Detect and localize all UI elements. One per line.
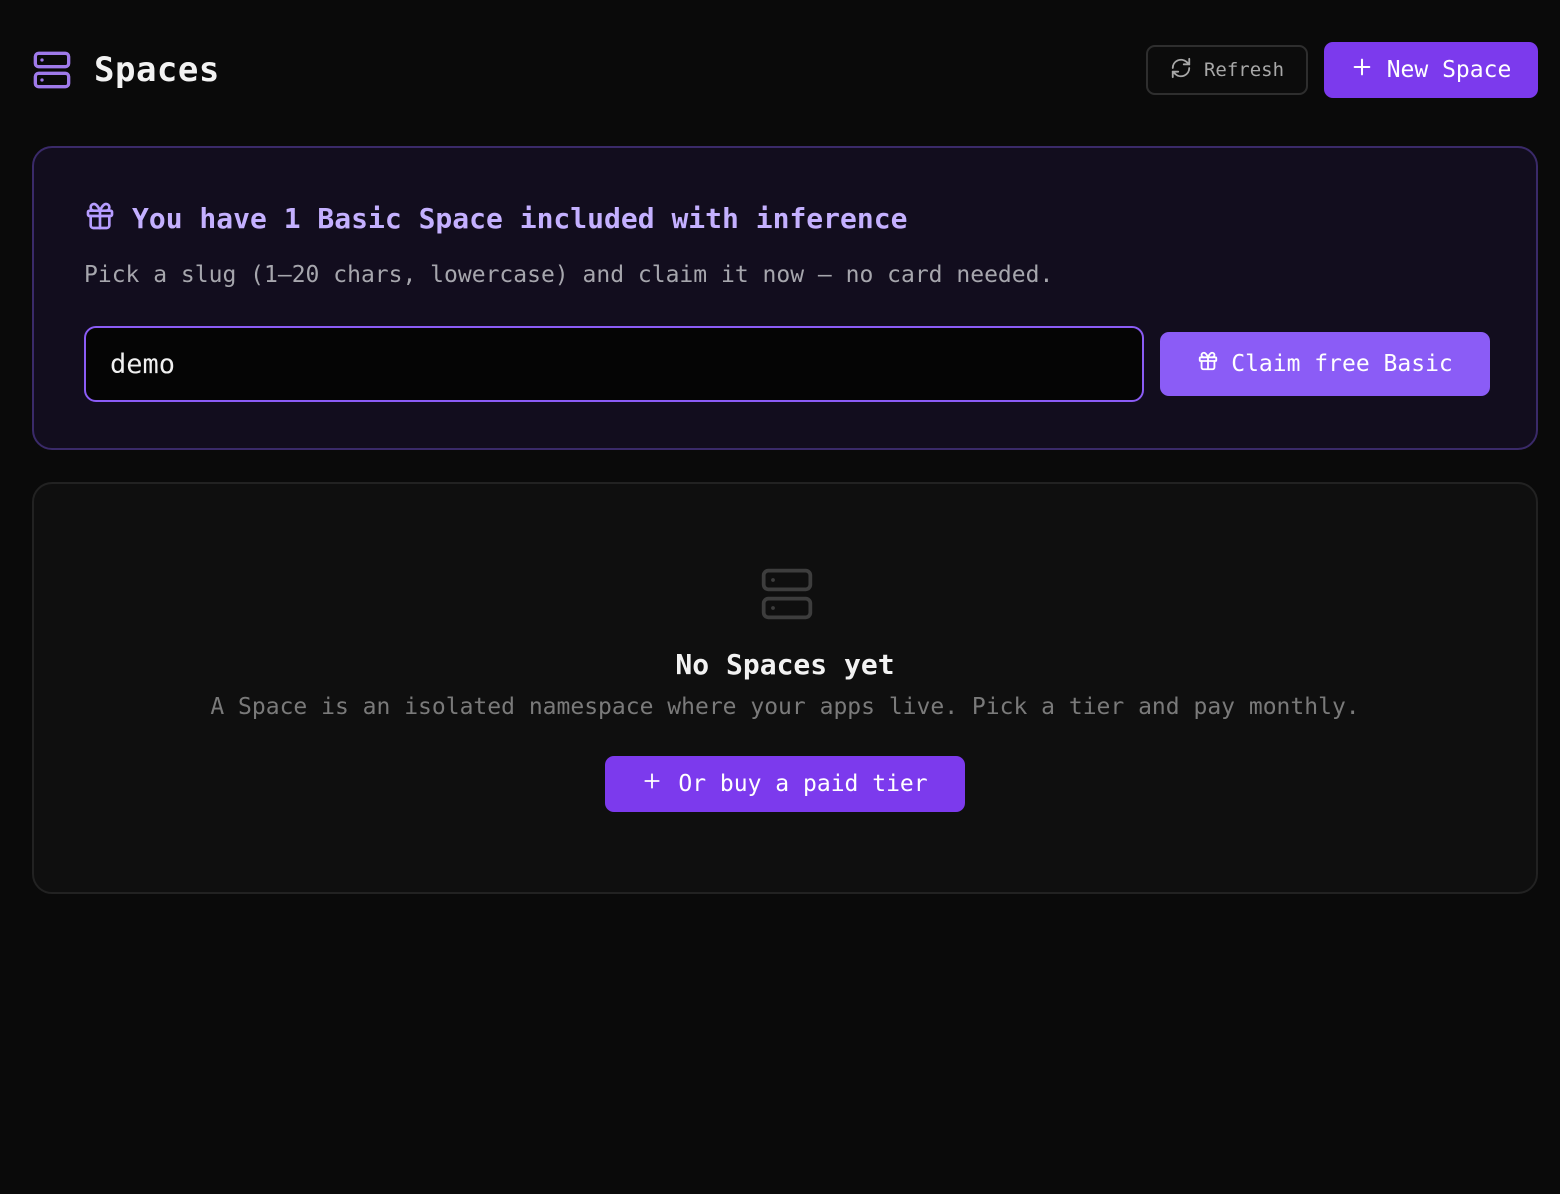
promo-subtitle: Pick a slug (1–20 chars, lowercase) and …: [84, 262, 1054, 288]
page-header: Spaces Refresh New Space: [32, 42, 1538, 98]
empty-state-card: No Spaces yet A Space is an isolated nam…: [32, 482, 1538, 894]
empty-state-subtitle: A Space is an isolated namespace where y…: [210, 694, 1360, 720]
title-group: Spaces: [32, 50, 220, 90]
plus-icon: [642, 771, 662, 797]
new-space-label: New Space: [1386, 57, 1512, 83]
slug-input[interactable]: [84, 326, 1144, 402]
gift-icon: [84, 200, 116, 236]
buy-paid-tier-button[interactable]: Or buy a paid tier: [605, 756, 965, 812]
refresh-button[interactable]: Refresh: [1146, 45, 1308, 95]
promo-title: You have 1 Basic Space included with inf…: [132, 201, 908, 235]
page-title: Spaces: [94, 50, 220, 90]
claim-label: Claim free Basic: [1231, 351, 1453, 377]
claim-free-basic-button[interactable]: Claim free Basic: [1160, 332, 1490, 396]
free-basic-promo-card: You have 1 Basic Space included with inf…: [32, 146, 1538, 450]
plus-icon: [1351, 56, 1373, 84]
gift-icon: [1197, 350, 1219, 378]
new-space-button[interactable]: New Space: [1324, 42, 1538, 98]
refresh-label: Refresh: [1203, 59, 1285, 81]
buy-paid-tier-label: Or buy a paid tier: [678, 771, 928, 797]
server-icon: [32, 50, 72, 90]
empty-state-title: No Spaces yet: [675, 648, 895, 681]
server-icon: [759, 566, 815, 626]
promo-heading: You have 1 Basic Space included with inf…: [84, 200, 907, 236]
refresh-icon: [1170, 57, 1192, 84]
header-actions: Refresh New Space: [1146, 42, 1538, 98]
